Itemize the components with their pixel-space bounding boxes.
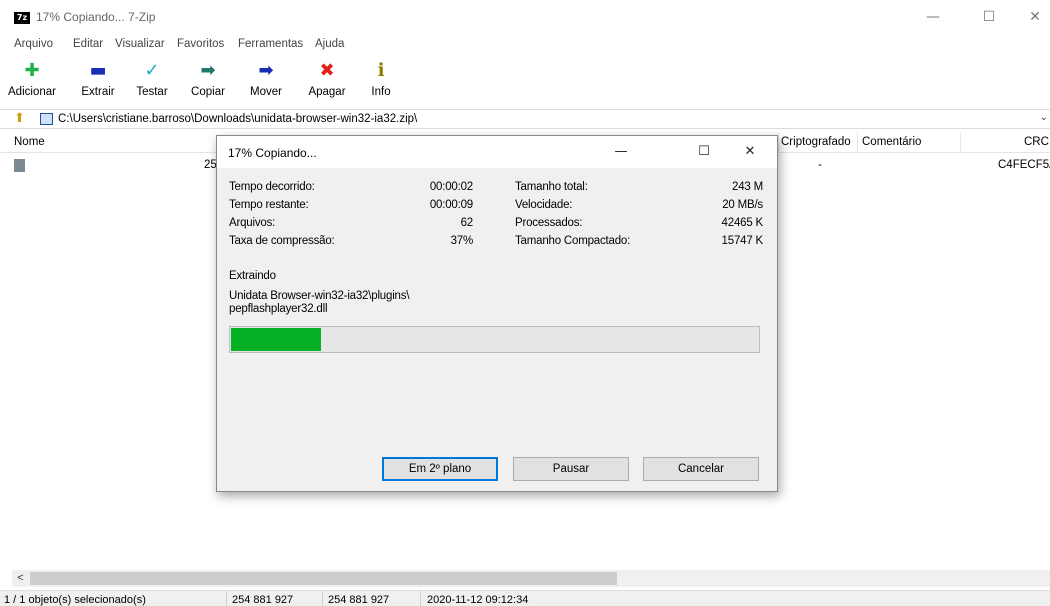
- delete-button-label: Apagar: [308, 86, 346, 98]
- column-name[interactable]: Nome: [14, 136, 45, 148]
- current-file-name: pepflashplayer32.dll: [229, 303, 328, 315]
- menu-ajuda[interactable]: Ajuda: [315, 38, 344, 50]
- address-bar: ⬆ C:\Users\cristiane.barroso\Downloads\u…: [0, 109, 1050, 129]
- column-separator[interactable]: [857, 133, 858, 153]
- background-button[interactable]: Em 2º plano: [382, 457, 498, 481]
- minimize-button[interactable]: —: [910, 0, 956, 34]
- status-packed-size: 254 881 927: [328, 594, 390, 606]
- compression-ratio-label: Taxa de compressão:: [229, 235, 335, 247]
- row-crc: C4FECF5A: [998, 159, 1050, 171]
- menu-bar: Arquivo Editar Visualizar Favoritos Ferr…: [0, 36, 1050, 54]
- status-date: 2020-11-12 09:12:34: [427, 594, 529, 606]
- window-title: 17% Copiando... 7-Zip: [36, 10, 156, 24]
- total-size-label: Tamanho total:: [515, 181, 588, 193]
- copy-button-label: Copiar: [191, 86, 225, 98]
- close-button[interactable]: ✕: [1012, 0, 1050, 34]
- minus-icon: ▬: [89, 60, 107, 81]
- dialog-minimize-button[interactable]: —: [601, 136, 641, 168]
- scroll-left-button[interactable]: <: [12, 570, 29, 587]
- info-button[interactable]: ℹ Info: [353, 56, 409, 106]
- extract-button[interactable]: ▬ Extrair: [70, 56, 126, 106]
- elapsed-time-value: 00:00:02: [429, 181, 473, 193]
- remaining-time-value: 00:00:09: [429, 199, 473, 211]
- row-encrypted: -: [818, 159, 822, 171]
- scroll-thumb[interactable]: [30, 572, 617, 585]
- packed-size-label: Tamanho Compactado:: [515, 235, 631, 247]
- compression-ratio-value: 37%: [450, 235, 474, 247]
- copy-arrow-icon: ➡: [200, 60, 216, 81]
- status-size: 254 881 927: [232, 594, 294, 606]
- elapsed-time-label: Tempo decorrido:: [229, 181, 315, 193]
- check-icon: ✓: [144, 60, 160, 81]
- cancel-button[interactable]: Cancelar: [643, 457, 759, 481]
- move-button[interactable]: ➡ Mover: [238, 56, 294, 106]
- archive-path-icon: [40, 113, 53, 125]
- column-crc[interactable]: CRC: [1024, 136, 1049, 148]
- maximize-button[interactable]: ☐: [966, 0, 1012, 34]
- speed-label: Velocidade:: [515, 199, 573, 211]
- processed-label: Processados:: [515, 217, 583, 229]
- status-separator: [322, 591, 323, 606]
- files-value: 62: [460, 217, 474, 229]
- column-separator[interactable]: [960, 133, 961, 153]
- add-button[interactable]: ✚ Adicionar: [4, 56, 60, 106]
- dialog-maximize-button[interactable]: ☐: [684, 136, 724, 168]
- processed-value: 42465 K: [721, 217, 764, 229]
- current-file-path: Unidata Browser-win32-ia32\plugins\: [229, 290, 410, 302]
- progress-bar: [229, 326, 760, 353]
- chevron-down-icon[interactable]: ⌄: [1040, 112, 1048, 123]
- pause-button[interactable]: Pausar: [513, 457, 629, 481]
- speed-value: 20 MB/s: [722, 199, 763, 211]
- delete-button[interactable]: ✖ Apagar: [299, 56, 355, 106]
- status-separator: [226, 591, 227, 606]
- files-label: Arquivos:: [229, 217, 276, 229]
- column-comment[interactable]: Comentário: [862, 136, 921, 148]
- dialog-close-button[interactable]: ✕: [730, 136, 770, 168]
- column-encrypted[interactable]: Criptografado: [781, 136, 851, 148]
- row-size: 25: [204, 159, 217, 171]
- info-button-label: Info: [371, 86, 391, 98]
- info-icon: ℹ: [377, 60, 385, 81]
- total-size-value: 243 M: [732, 181, 763, 193]
- status-separator: [420, 591, 421, 606]
- menu-favoritos[interactable]: Favoritos: [177, 38, 224, 50]
- extract-button-label: Extrair: [81, 86, 115, 98]
- title-bar: 7z 17% Copiando... 7-Zip — ☐ ✕: [0, 0, 1050, 34]
- progress-bar-fill: [231, 328, 321, 351]
- file-icon: [14, 159, 25, 172]
- test-button-label: Testar: [136, 86, 168, 98]
- menu-arquivo[interactable]: Arquivo: [14, 38, 53, 50]
- move-button-label: Mover: [250, 86, 282, 98]
- menu-editar[interactable]: Editar: [73, 38, 103, 50]
- menu-ferramentas[interactable]: Ferramentas: [238, 38, 303, 50]
- menu-visualizar[interactable]: Visualizar: [115, 38, 165, 50]
- plus-icon: ✚: [24, 60, 40, 81]
- status-selection: 1 / 1 objeto(s) selecionado(s): [4, 594, 146, 606]
- dialog-title: 17% Copiando...: [228, 146, 317, 160]
- add-button-label: Adicionar: [8, 86, 56, 98]
- copy-button[interactable]: ➡ Copiar: [180, 56, 236, 106]
- delete-x-icon: ✖: [319, 60, 335, 81]
- dialog-title-bar: 17% Copiando... — ☐ ✕: [217, 136, 777, 168]
- column-separator[interactable]: [778, 133, 779, 153]
- 7zip-app-icon: 7z: [14, 12, 30, 24]
- remaining-time-label: Tempo restante:: [229, 199, 309, 211]
- status-bar: 1 / 1 objeto(s) selecionado(s) 254 881 9…: [0, 590, 1050, 606]
- packed-size-value: 15747 K: [721, 235, 764, 247]
- progress-dialog: 17% Copiando... — ☐ ✕ Tempo decorrido: 0…: [216, 135, 778, 492]
- address-path-input[interactable]: C:\Users\cristiane.barroso\Downloads\uni…: [58, 113, 417, 125]
- move-arrow-icon: ➡: [258, 60, 274, 81]
- operation-label: Extraindo: [229, 270, 276, 282]
- test-button[interactable]: ✓ Testar: [124, 56, 180, 106]
- toolbar: ✚ Adicionar ▬ Extrair ✓ Testar ➡ Copiar …: [0, 56, 1050, 106]
- horizontal-scrollbar[interactable]: <: [12, 570, 1050, 587]
- folder-up-icon[interactable]: ⬆: [14, 112, 28, 126]
